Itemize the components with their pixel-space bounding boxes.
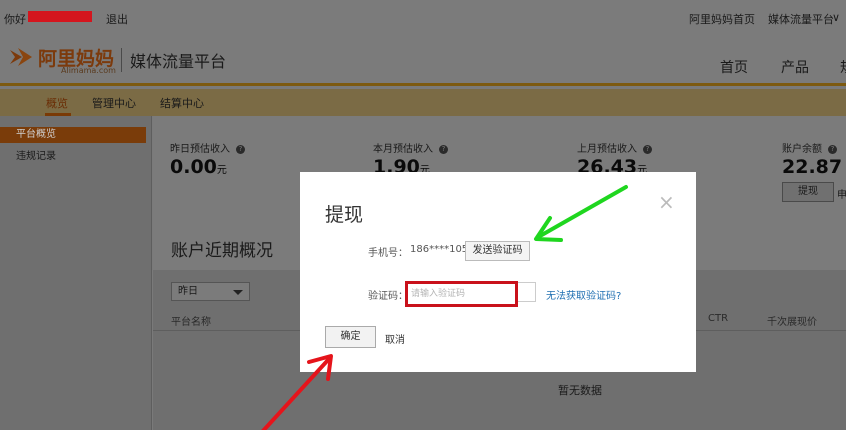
cancel-link[interactable]: 取消 bbox=[385, 331, 405, 346]
tab-management[interactable]: 管理中心 bbox=[92, 95, 136, 111]
stat-label: 本月预估收入? bbox=[373, 140, 448, 155]
alimama-logo-icon bbox=[10, 48, 32, 66]
site-header: 阿里妈妈 Alimama.com 媒体流量平台 首页 产品 規 bbox=[0, 36, 846, 86]
withdraw-dialog: 提现 × 手机号： 186****1050 发送验证码 验证码： 无法获取验证码… bbox=[300, 172, 696, 372]
apply-truncated-link[interactable]: 申 bbox=[837, 186, 846, 201]
stat-value: 0.00元 bbox=[170, 156, 227, 178]
stat-label: 账户余额? bbox=[782, 140, 837, 155]
verification-code-input[interactable] bbox=[411, 286, 512, 302]
sidebar-item-platform-overview[interactable]: 平台概览 bbox=[0, 127, 146, 143]
column-header: CTR bbox=[708, 313, 729, 324]
nav-truncated[interactable]: 規 bbox=[840, 57, 846, 77]
stat-label: 上月预估收入? bbox=[577, 140, 652, 155]
help-icon[interactable]: ? bbox=[439, 144, 448, 154]
code-label: 验证码： bbox=[368, 291, 408, 302]
chevron-down-icon[interactable]: ∨ bbox=[832, 11, 840, 24]
period-select[interactable]: 昨日 bbox=[171, 282, 250, 301]
confirm-button[interactable]: 确定 bbox=[325, 326, 376, 348]
logo-domain: Alimama.com bbox=[61, 66, 116, 75]
code-input-edge bbox=[518, 282, 536, 302]
help-icon[interactable]: ? bbox=[643, 144, 652, 154]
tab-settlement[interactable]: 结算中心 bbox=[160, 95, 204, 111]
logo-divider bbox=[121, 48, 122, 72]
column-header: 千次展现价 bbox=[767, 317, 817, 328]
cannot-get-code-link[interactable]: 无法获取验证码? bbox=[546, 287, 621, 302]
logout-link[interactable]: 退出 bbox=[106, 11, 128, 27]
stat-label: 昨日预估收入? bbox=[170, 140, 245, 155]
close-icon[interactable]: × bbox=[658, 190, 675, 214]
recent-overview-title: 账户近期概况 bbox=[171, 241, 273, 261]
send-code-button[interactable]: 发送验证码 bbox=[465, 241, 530, 261]
dropdown-arrow-icon bbox=[233, 290, 243, 295]
sidebar-item-violations[interactable]: 违规记录 bbox=[0, 149, 146, 165]
sub-nav: 概览 管理中心 结算中心 bbox=[0, 89, 846, 116]
nav-home[interactable]: 首页 bbox=[720, 57, 748, 77]
help-icon[interactable]: ? bbox=[236, 144, 245, 154]
nav-products[interactable]: 产品 bbox=[781, 57, 809, 77]
code-input-highlight bbox=[405, 281, 518, 307]
platform-menu[interactable]: 媒体流量平台 bbox=[768, 11, 834, 27]
platform-title: 媒体流量平台 bbox=[130, 52, 227, 71]
phone-label: 手机号： bbox=[368, 248, 408, 259]
alimama-home-link[interactable]: 阿里妈妈首页 bbox=[689, 11, 755, 27]
redacted-username bbox=[28, 11, 92, 22]
sidebar: 平台概览 违规记录 bbox=[0, 116, 152, 430]
top-bar: 你好 退出 阿里妈妈首页 媒体流量平台 ∨ bbox=[0, 0, 846, 36]
empty-state-text: 暂无数据 bbox=[558, 384, 602, 397]
help-icon[interactable]: ? bbox=[828, 144, 837, 154]
dialog-title: 提现 bbox=[325, 204, 364, 226]
column-header: 平台名称 bbox=[171, 317, 211, 328]
tab-overview[interactable]: 概览 bbox=[46, 95, 68, 111]
greeting-text: 你好 bbox=[4, 13, 26, 26]
withdraw-button[interactable]: 提现 bbox=[782, 182, 834, 202]
